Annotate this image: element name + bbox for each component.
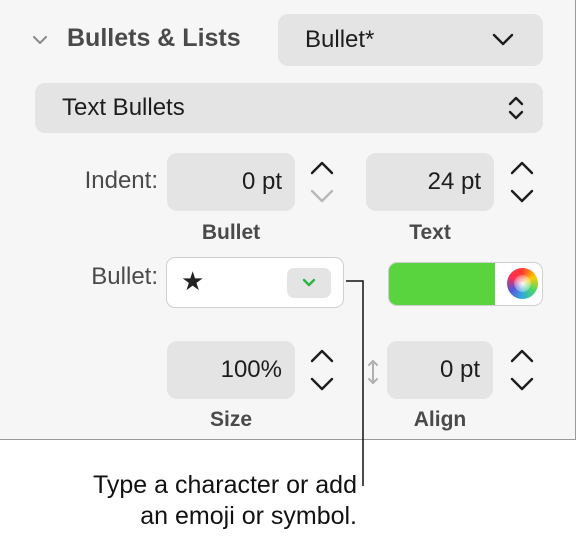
chevron-down-icon <box>302 278 316 287</box>
color-swatch[interactable] <box>389 263 495 305</box>
align-caption: Align <box>413 408 467 431</box>
bullet-label: Bullet: <box>91 263 158 290</box>
text-indent-stepper[interactable] <box>504 153 540 211</box>
text-indent-caption: Text <box>409 221 451 244</box>
section-title[interactable]: Bullets & Lists <box>67 24 241 53</box>
callout-text: Type a character or add an emoji or symb… <box>20 470 357 532</box>
color-wheel-icon[interactable] <box>507 268 538 299</box>
bullet-type-popup[interactable]: Text Bullets <box>35 83 543 133</box>
bullets-lists-panel: Bullets & Lists Bullet* Text Bullets Ind… <box>0 0 576 440</box>
bullet-character: ★ <box>181 267 205 297</box>
list-style-value: Bullet* <box>305 26 375 53</box>
bullet-size-field[interactable]: 100% <box>167 341 295 399</box>
bullet-indent-field[interactable]: 0 pt <box>167 153 295 211</box>
updown-chevron-icon <box>507 94 525 129</box>
text-indent-field[interactable]: 24 pt <box>366 153 494 211</box>
bullet-type-value: Text Bullets <box>62 94 185 121</box>
indent-label: Indent: <box>84 167 158 194</box>
bullet-align-stepper[interactable] <box>504 341 540 399</box>
vertical-resize-icon <box>365 358 381 386</box>
list-style-popup[interactable]: Bullet* <box>278 14 543 66</box>
bullet-align-field[interactable]: 0 pt <box>387 341 493 399</box>
callout-line-2: an emoji or symbol. <box>140 502 357 530</box>
callout-line-1: Type a character or add <box>92 471 357 499</box>
character-picker-button[interactable] <box>287 268 331 298</box>
bullet-size-stepper[interactable] <box>304 341 340 399</box>
chevron-down-icon <box>491 31 515 47</box>
bullet-character-field[interactable]: ★ <box>166 257 344 308</box>
bullet-indent-caption: Bullet <box>201 221 261 244</box>
disclosure-chevron-icon[interactable] <box>30 30 50 50</box>
bullet-color-well[interactable] <box>388 262 543 306</box>
bullet-indent-stepper[interactable] <box>304 153 340 211</box>
size-caption: Size <box>209 408 253 431</box>
